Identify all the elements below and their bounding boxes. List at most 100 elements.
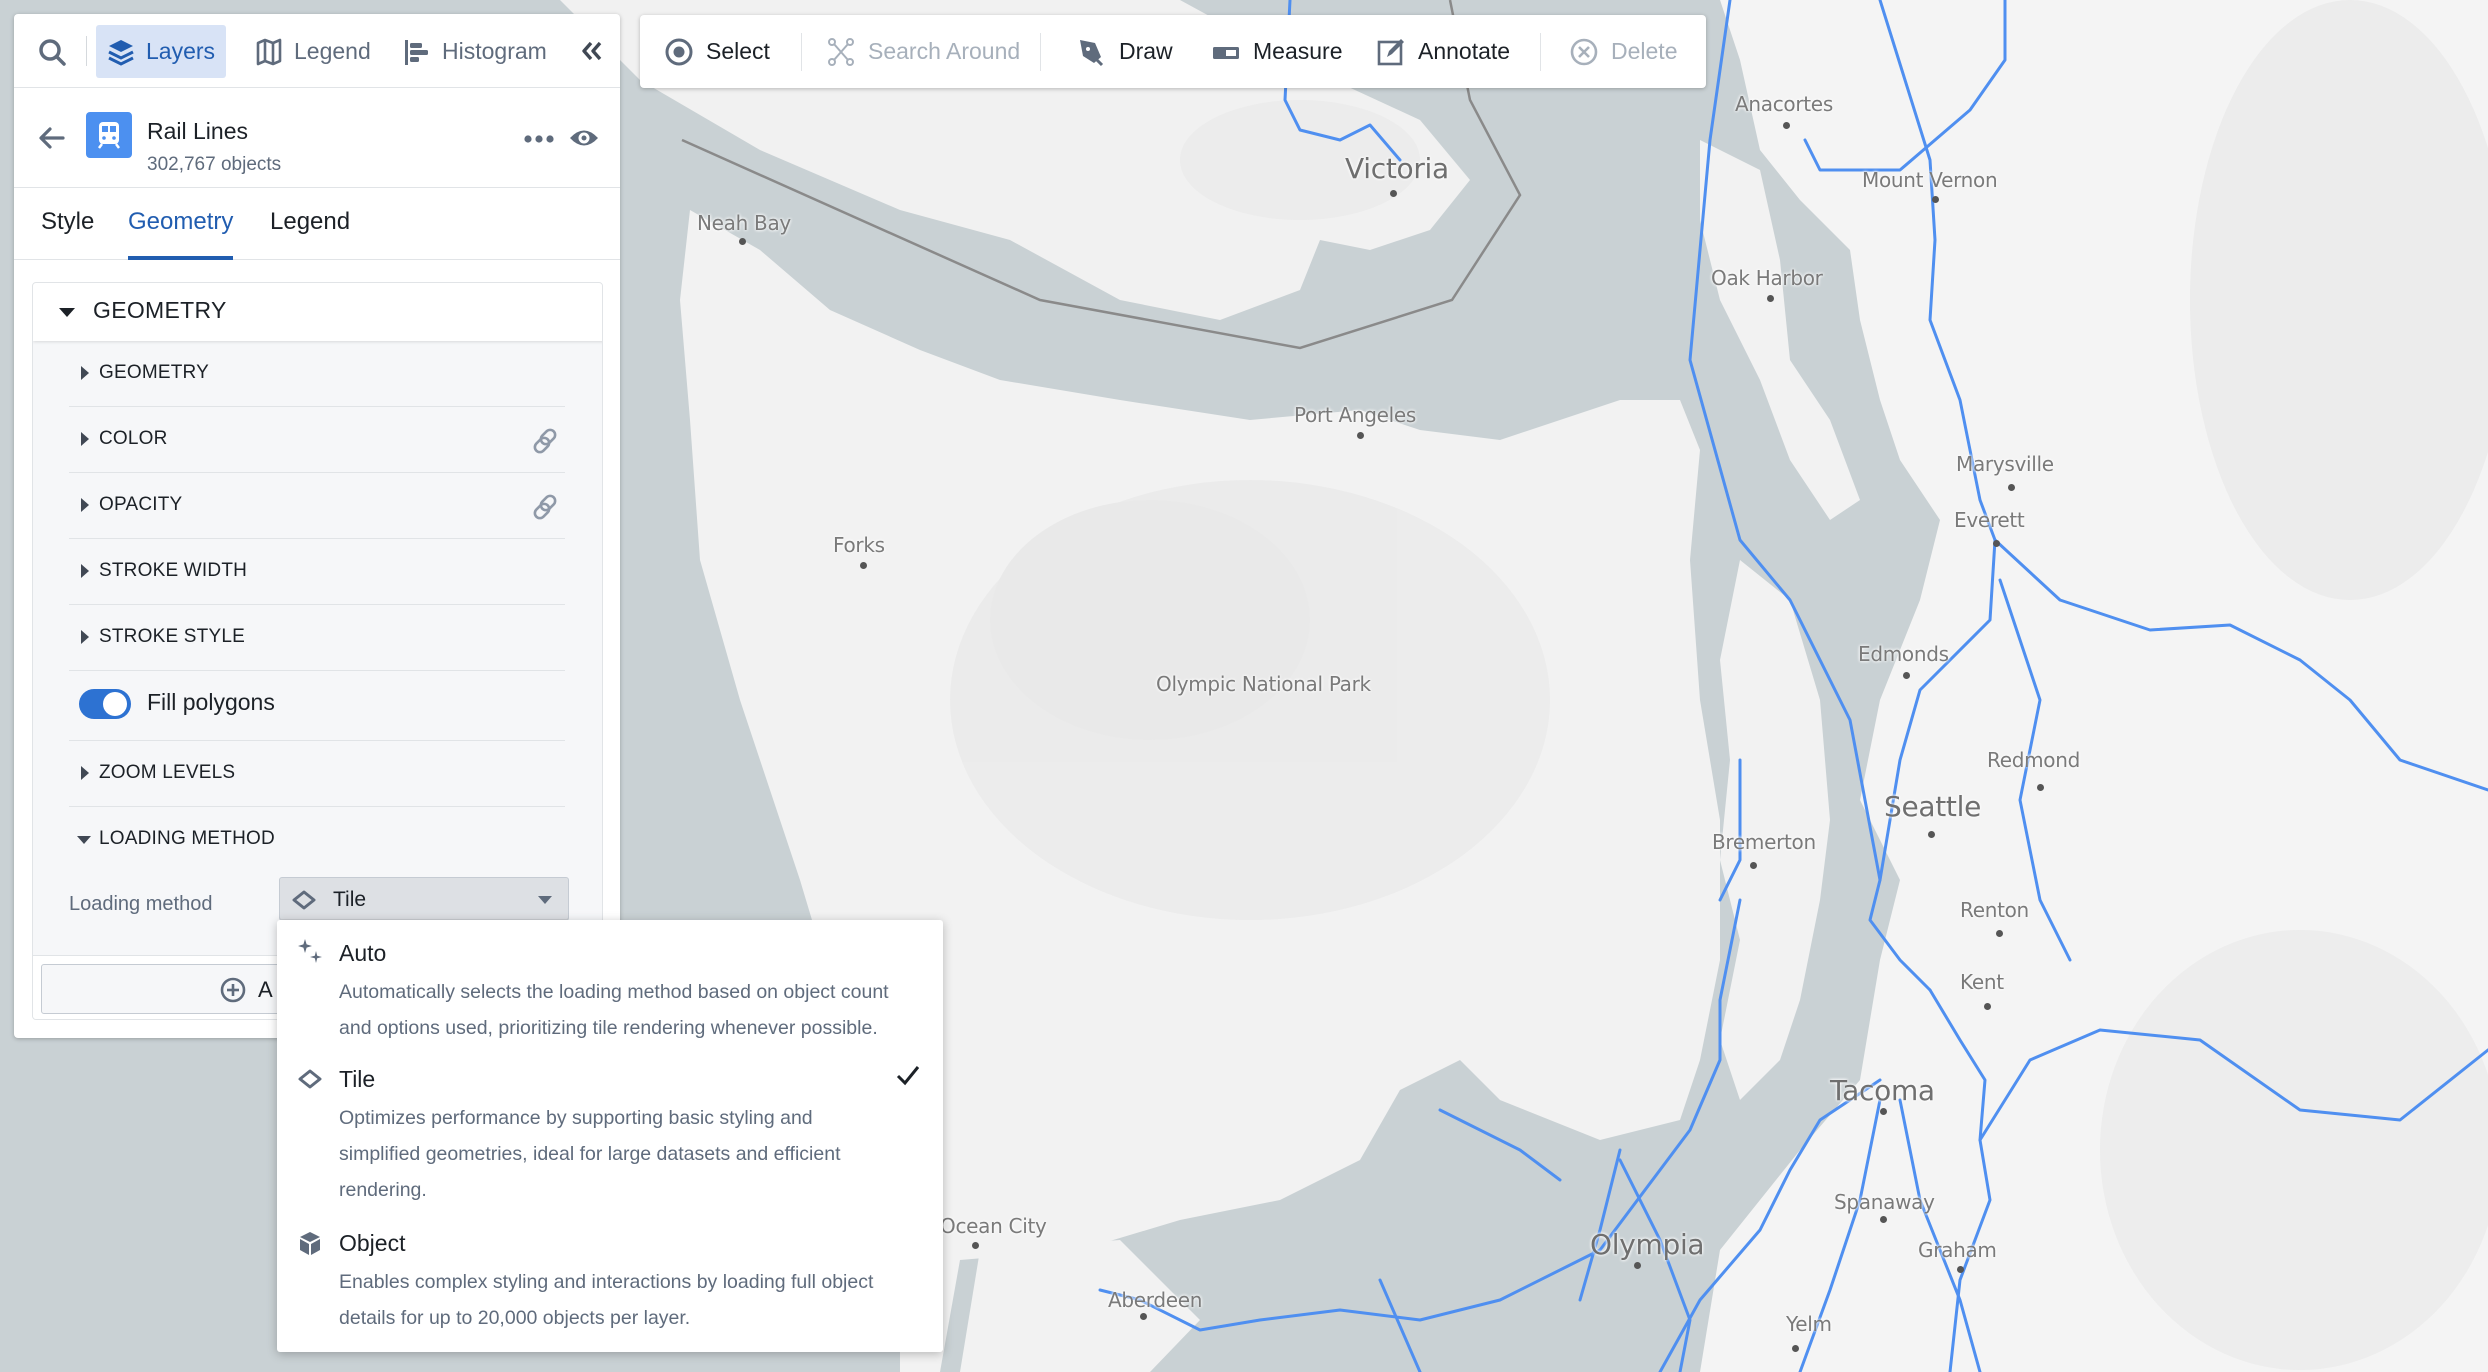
city-marker[interactable]: [1993, 540, 2000, 547]
city-marker[interactable]: [1634, 1262, 1641, 1269]
city-marker[interactable]: [1880, 1108, 1887, 1115]
tab-style[interactable]: Style: [41, 188, 94, 260]
city-marker[interactable]: [1783, 122, 1790, 129]
city-marker[interactable]: [739, 238, 746, 245]
row-loading-method-label: LOADING METHOD: [99, 828, 275, 849]
diamond-icon: [298, 1069, 322, 1089]
row-stroke-style[interactable]: STROKE STYLE: [69, 605, 565, 671]
geometry-section-title: GEOMETRY: [93, 297, 227, 323]
double-chevron-left-icon: [582, 41, 602, 61]
map-label-victoria: Victoria: [1345, 152, 1449, 185]
back-button[interactable]: [34, 122, 70, 154]
tool-delete-label: Delete: [1611, 38, 1678, 64]
caret-right-icon: [81, 498, 89, 512]
caret-right-icon: [81, 366, 89, 380]
tool-measure-label: Measure: [1253, 38, 1343, 64]
caret-right-icon: [81, 432, 89, 446]
city-marker[interactable]: [972, 1242, 979, 1249]
layer-visibility-toggle[interactable]: [566, 122, 602, 154]
layer-title: Rail Lines: [147, 118, 248, 144]
row-stroke-width[interactable]: STROKE WIDTH: [69, 539, 565, 605]
sparkle-icon: [298, 939, 322, 963]
menu-option-auto[interactable]: Auto Automatically selects the loading m…: [277, 920, 943, 1042]
city-marker[interactable]: [1767, 295, 1774, 302]
tool-delete[interactable]: Delete: [1569, 15, 1677, 88]
fill-polygons-toggle[interactable]: [79, 689, 131, 719]
nav-divider: [86, 36, 87, 66]
city-marker[interactable]: [1928, 831, 1935, 838]
map-label-mount-vernon: Mount Vernon: [1862, 168, 1998, 192]
desc-line: simplified geometries, ideal for large d…: [339, 1143, 841, 1165]
map-label-olympia: Olympia: [1590, 1228, 1705, 1261]
search-button[interactable]: [34, 34, 70, 70]
map-label-marysville: Marysville: [1956, 452, 2054, 476]
city-marker[interactable]: [1792, 1345, 1799, 1352]
city-marker[interactable]: [1357, 432, 1364, 439]
cube-icon: [300, 1232, 320, 1255]
toggle-knob: [103, 692, 127, 716]
loading-method-label: Loading method: [69, 893, 213, 915]
map-label-bremerton: Bremerton: [1712, 830, 1816, 854]
map-label-seattle: Seattle: [1884, 790, 1982, 823]
nav-tab-layers[interactable]: Layers: [96, 25, 226, 78]
row-opacity[interactable]: OPACITY: [69, 473, 565, 539]
row-geometry-label: GEOMETRY: [99, 362, 209, 383]
histogram-icon: [405, 39, 428, 65]
city-marker[interactable]: [1903, 672, 1910, 679]
map-label-anacortes: Anacortes: [1735, 92, 1833, 116]
layer-more-button[interactable]: [519, 124, 559, 154]
row-zoom-levels[interactable]: ZOOM LEVELS: [69, 741, 565, 807]
tool-select[interactable]: Select: [664, 15, 770, 88]
map-label-neah-bay: Neah Bay: [697, 211, 791, 235]
city-marker[interactable]: [1996, 930, 2003, 937]
city-marker[interactable]: [2037, 784, 2044, 791]
tool-search-around[interactable]: Search Around: [826, 15, 1020, 88]
fill-polygons-label: Fill polygons: [147, 689, 275, 715]
tab-legend[interactable]: Legend: [270, 188, 350, 260]
layers-icon: [108, 39, 134, 66]
desc-line: and options used, prioritizing tile rend…: [339, 1017, 878, 1039]
city-marker[interactable]: [2008, 484, 2015, 491]
opacity-link-button[interactable]: [529, 491, 561, 523]
city-marker[interactable]: [1390, 190, 1397, 197]
menu-option-auto-title: Auto: [339, 940, 387, 966]
map-label-graham: Graham: [1918, 1238, 1997, 1262]
more-horizontal-icon: [524, 135, 554, 143]
pen-icon: [1080, 39, 1104, 66]
loading-method-select[interactable]: Tile: [279, 877, 569, 921]
tool-annotate[interactable]: Annotate: [1376, 15, 1510, 88]
tool-annotate-label: Annotate: [1418, 38, 1511, 64]
caret-right-icon: [81, 564, 89, 578]
row-geometry[interactable]: GEOMETRY: [69, 341, 565, 407]
city-marker[interactable]: [860, 562, 867, 569]
row-loading-method[interactable]: LOADING METHOD: [69, 807, 565, 873]
add-button-label: A: [258, 977, 273, 1002]
tab-geometry[interactable]: Geometry: [128, 188, 234, 260]
collapse-panel-button[interactable]: [574, 36, 610, 66]
city-marker[interactable]: [1750, 862, 1757, 869]
menu-option-object[interactable]: Object Enables complex styling and inter…: [277, 1212, 943, 1352]
map-label-forks: Forks: [833, 533, 885, 557]
nav-tab-histogram[interactable]: Histogram: [392, 25, 557, 78]
tool-measure[interactable]: Measure: [1211, 15, 1342, 88]
city-marker[interactable]: [1932, 196, 1939, 203]
city-marker[interactable]: [1984, 1003, 1991, 1010]
nav-tab-legend[interactable]: Legend: [244, 25, 381, 78]
city-marker[interactable]: [1140, 1313, 1147, 1320]
geometry-section-header[interactable]: GEOMETRY: [33, 283, 602, 341]
city-marker[interactable]: [1957, 1266, 1964, 1273]
caret-down-icon: [59, 308, 75, 317]
map-label-aberdeen: Aberdeen: [1108, 1288, 1203, 1312]
menu-option-tile-desc: Optimizes performance by supporting basi…: [339, 1100, 919, 1208]
map-toolbar: Select Search Around Draw Measure Annota…: [640, 15, 1706, 88]
tool-draw[interactable]: Draw: [1077, 15, 1173, 88]
city-marker[interactable]: [1880, 1216, 1887, 1223]
menu-option-tile[interactable]: Tile Optimizes performance by supporting…: [277, 1048, 943, 1208]
map-label-everett: Everett: [1954, 508, 2025, 532]
caret-right-icon: [81, 766, 89, 780]
color-link-button[interactable]: [529, 425, 561, 457]
loading-method-menu: Auto Automatically selects the loading m…: [277, 920, 943, 1352]
row-color[interactable]: COLOR: [69, 407, 565, 473]
desc-line: Enables complex styling and interactions…: [339, 1271, 874, 1293]
menu-option-object-title: Object: [339, 1230, 406, 1256]
